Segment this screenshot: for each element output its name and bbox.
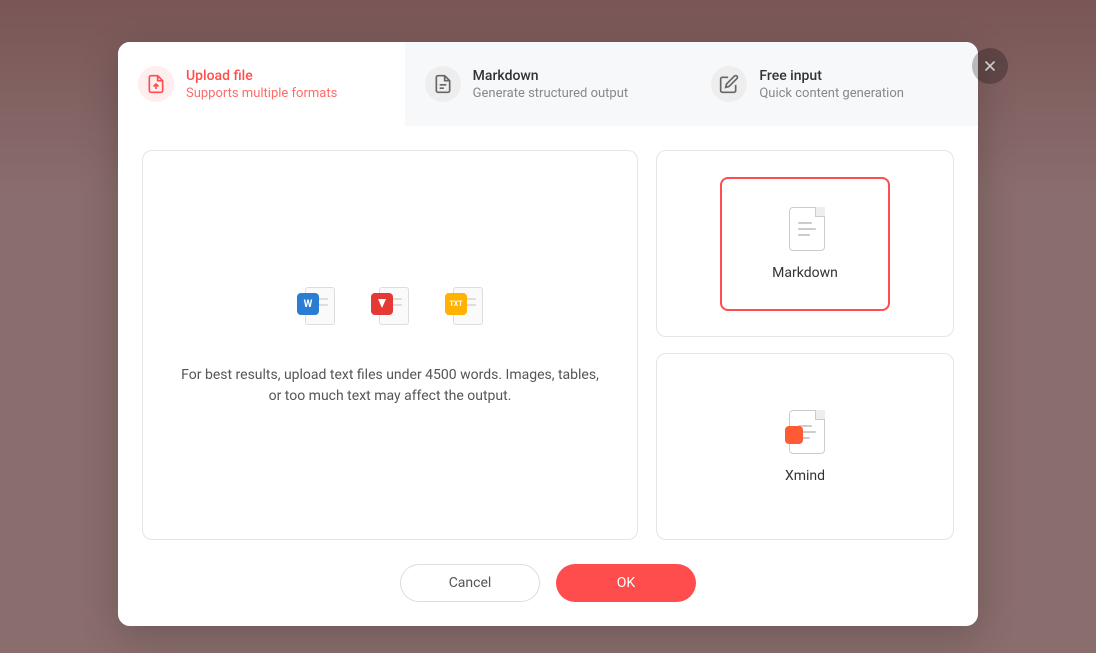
close-button[interactable] — [972, 48, 1008, 84]
tab-free-input[interactable]: Free input Quick content generation — [691, 42, 978, 126]
tab-freeinput-title: Free input — [759, 68, 904, 84]
xmind-doc-icon — [785, 410, 825, 454]
tab-upload-file[interactable]: Upload file Supports multiple formats — [118, 42, 405, 126]
tab-freeinput-subtitle: Quick content generation — [759, 86, 904, 101]
option-markdown[interactable]: Markdown — [656, 150, 954, 337]
upload-hint-text: For best results, upload text files unde… — [180, 365, 600, 407]
tab-upload-title: Upload file — [186, 68, 337, 84]
txt-file-icon: TXT — [445, 283, 483, 325]
tab-markdown[interactable]: Markdown Generate structured output — [405, 42, 692, 126]
free-input-icon — [711, 66, 747, 102]
upload-modal: Upload file Supports multiple formats Ma… — [118, 42, 978, 626]
ok-button[interactable]: OK — [556, 564, 696, 602]
tab-bar: Upload file Supports multiple formats Ma… — [118, 42, 978, 126]
markdown-doc-icon — [785, 207, 825, 251]
tab-markdown-subtitle: Generate structured output — [473, 86, 628, 101]
tab-markdown-title: Markdown — [473, 68, 628, 84]
modal-content: W TXT For best results, upload text file… — [118, 126, 978, 564]
output-options: Markdown Xmind — [656, 150, 954, 540]
modal-footer: Cancel OK — [118, 564, 978, 626]
option-markdown-label: Markdown — [772, 265, 838, 281]
pdf-file-icon — [371, 283, 409, 325]
close-icon — [982, 58, 998, 74]
markdown-icon — [425, 66, 461, 102]
option-xmind[interactable]: Xmind — [656, 353, 954, 540]
tab-upload-subtitle: Supports multiple formats — [186, 86, 337, 101]
upload-file-icon — [138, 66, 174, 102]
cancel-button[interactable]: Cancel — [400, 564, 540, 602]
word-file-icon: W — [297, 283, 335, 325]
option-xmind-label: Xmind — [785, 468, 825, 484]
supported-formats: W TXT — [297, 283, 483, 325]
upload-drop-zone[interactable]: W TXT For best results, upload text file… — [142, 150, 638, 540]
